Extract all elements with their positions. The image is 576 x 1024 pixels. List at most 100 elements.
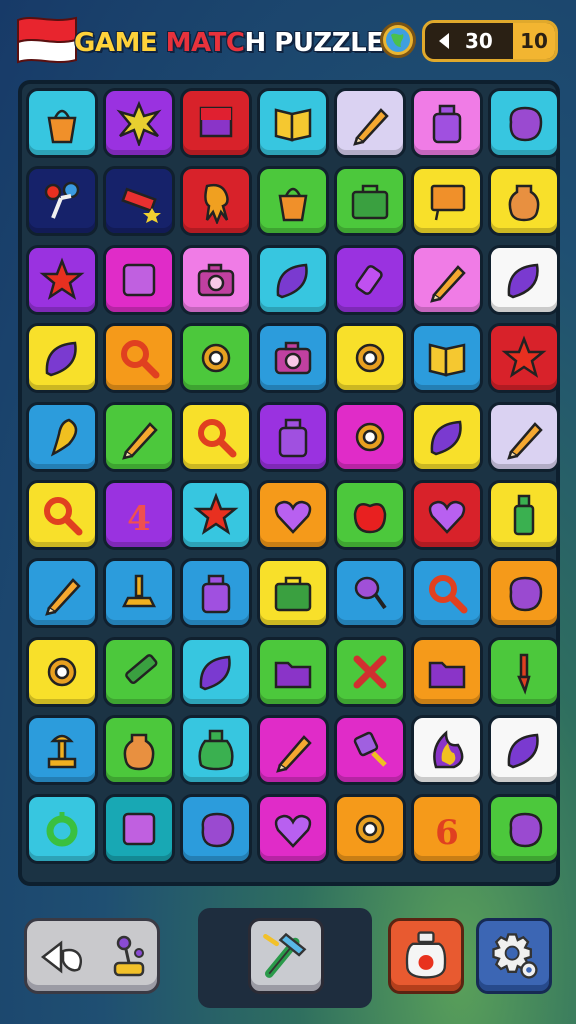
moves-counter: 30 10 [422,20,558,62]
blob-icon [509,812,543,847]
tile-book[interactable] [257,88,329,158]
tile-star[interactable] [26,244,98,315]
tile-flag[interactable] [180,88,252,158]
tile-magnifier[interactable] [103,323,175,394]
sign-icon [430,185,466,221]
tile-jar[interactable] [180,558,252,629]
tile-magnifier[interactable] [411,558,483,629]
tile-jar[interactable] [257,401,329,472]
tile-camera[interactable] [180,244,252,315]
tile-racket[interactable] [334,558,406,629]
tile-blob[interactable] [488,558,560,629]
tile-gear[interactable] [334,793,406,864]
tile-book[interactable] [411,323,483,394]
tile-pencil[interactable] [334,88,406,158]
magnifier-icon [429,575,468,614]
tile-pencil[interactable] [257,715,329,786]
tile-sign[interactable] [411,166,483,237]
tile-firework[interactable] [103,166,175,237]
tile-gear[interactable] [334,401,406,472]
firework-icon [121,188,161,224]
tile-star[interactable] [180,480,252,550]
globe-icon[interactable] [380,22,416,58]
folder-icon [274,661,312,689]
tile-folder[interactable] [257,636,329,707]
book-icon [274,108,312,142]
potion-booster-button[interactable] [388,918,464,994]
tile-pencil[interactable] [488,401,560,472]
heart-icon [428,500,466,534]
tile-camera[interactable] [257,323,329,394]
tile-splash[interactable] [103,88,175,158]
tile-star[interactable] [488,323,560,394]
tile-ring[interactable] [26,793,98,864]
settings-button[interactable] [476,918,552,994]
tile-blob[interactable] [488,793,560,864]
tile-leaf[interactable] [411,401,483,472]
tile-lamp[interactable] [26,715,98,786]
potion-icon [405,931,447,979]
tile-torch[interactable] [26,166,98,237]
box-icon [351,185,389,220]
tile-box[interactable] [257,558,329,629]
tile-flame[interactable] [411,715,483,786]
tile-magnifier[interactable] [26,480,98,550]
pencil-icon [430,264,466,303]
tile-squid[interactable] [180,166,252,237]
tile-blob[interactable] [488,88,560,158]
tile-heart[interactable] [257,480,329,550]
tile-pencil[interactable] [26,558,98,629]
tile-weight[interactable] [103,558,175,629]
blob-icon [509,577,543,612]
tile-vase[interactable] [488,166,560,237]
tile-leaf[interactable] [26,323,98,394]
tile-crayon[interactable] [103,636,175,707]
tile-number4[interactable]: 4 [103,480,175,550]
tile-gear[interactable] [334,323,406,394]
tile-vase[interactable] [103,715,175,786]
tile-heart[interactable] [411,480,483,550]
leaf-icon [276,263,308,299]
tile-number6[interactable]: 6 [411,793,483,864]
tile-potion[interactable] [180,715,252,786]
tile-bottle[interactable] [488,480,560,550]
cross-icon [353,655,387,689]
blob-icon [509,106,543,142]
tile-pencil[interactable] [103,401,175,472]
tile-magnifier[interactable] [180,401,252,472]
undo-button[interactable] [24,918,160,994]
apple-icon [353,503,387,534]
tile-basket[interactable] [26,88,98,158]
tile-blob[interactable] [180,793,252,864]
tile-leaf[interactable] [488,244,560,315]
gear-icon [201,343,231,373]
tile-pencil[interactable] [411,244,483,315]
tile-leaf[interactable] [180,636,252,707]
tile-leaf[interactable] [257,244,329,315]
gear-icon [47,657,77,687]
squid-icon [204,184,229,225]
tile-basket[interactable] [257,166,329,237]
tile-cross[interactable] [334,636,406,707]
tile-square[interactable] [103,793,175,864]
tile-folder[interactable] [411,636,483,707]
tile-tube[interactable] [334,244,406,315]
hammer-booster-button[interactable] [248,918,324,994]
tile-box[interactable] [334,166,406,237]
tile-gear[interactable] [180,323,252,394]
tile-apple[interactable] [334,480,406,550]
tile-feather[interactable] [26,401,98,472]
tile-square[interactable] [103,244,175,315]
tile-heart[interactable] [257,793,329,864]
tile-leaf[interactable] [488,715,560,786]
undo-icon [40,940,82,974]
tile-gear[interactable] [26,636,98,707]
tile-brush[interactable] [488,636,560,707]
tile-jar[interactable] [411,88,483,158]
back-arrow-icon[interactable] [433,30,455,52]
tile-popsicle[interactable] [334,715,406,786]
vase-icon [508,185,540,222]
game-title: GAME MATCH PUZZLE [74,28,384,58]
gear-icon [355,814,385,843]
feather-icon [50,418,78,457]
